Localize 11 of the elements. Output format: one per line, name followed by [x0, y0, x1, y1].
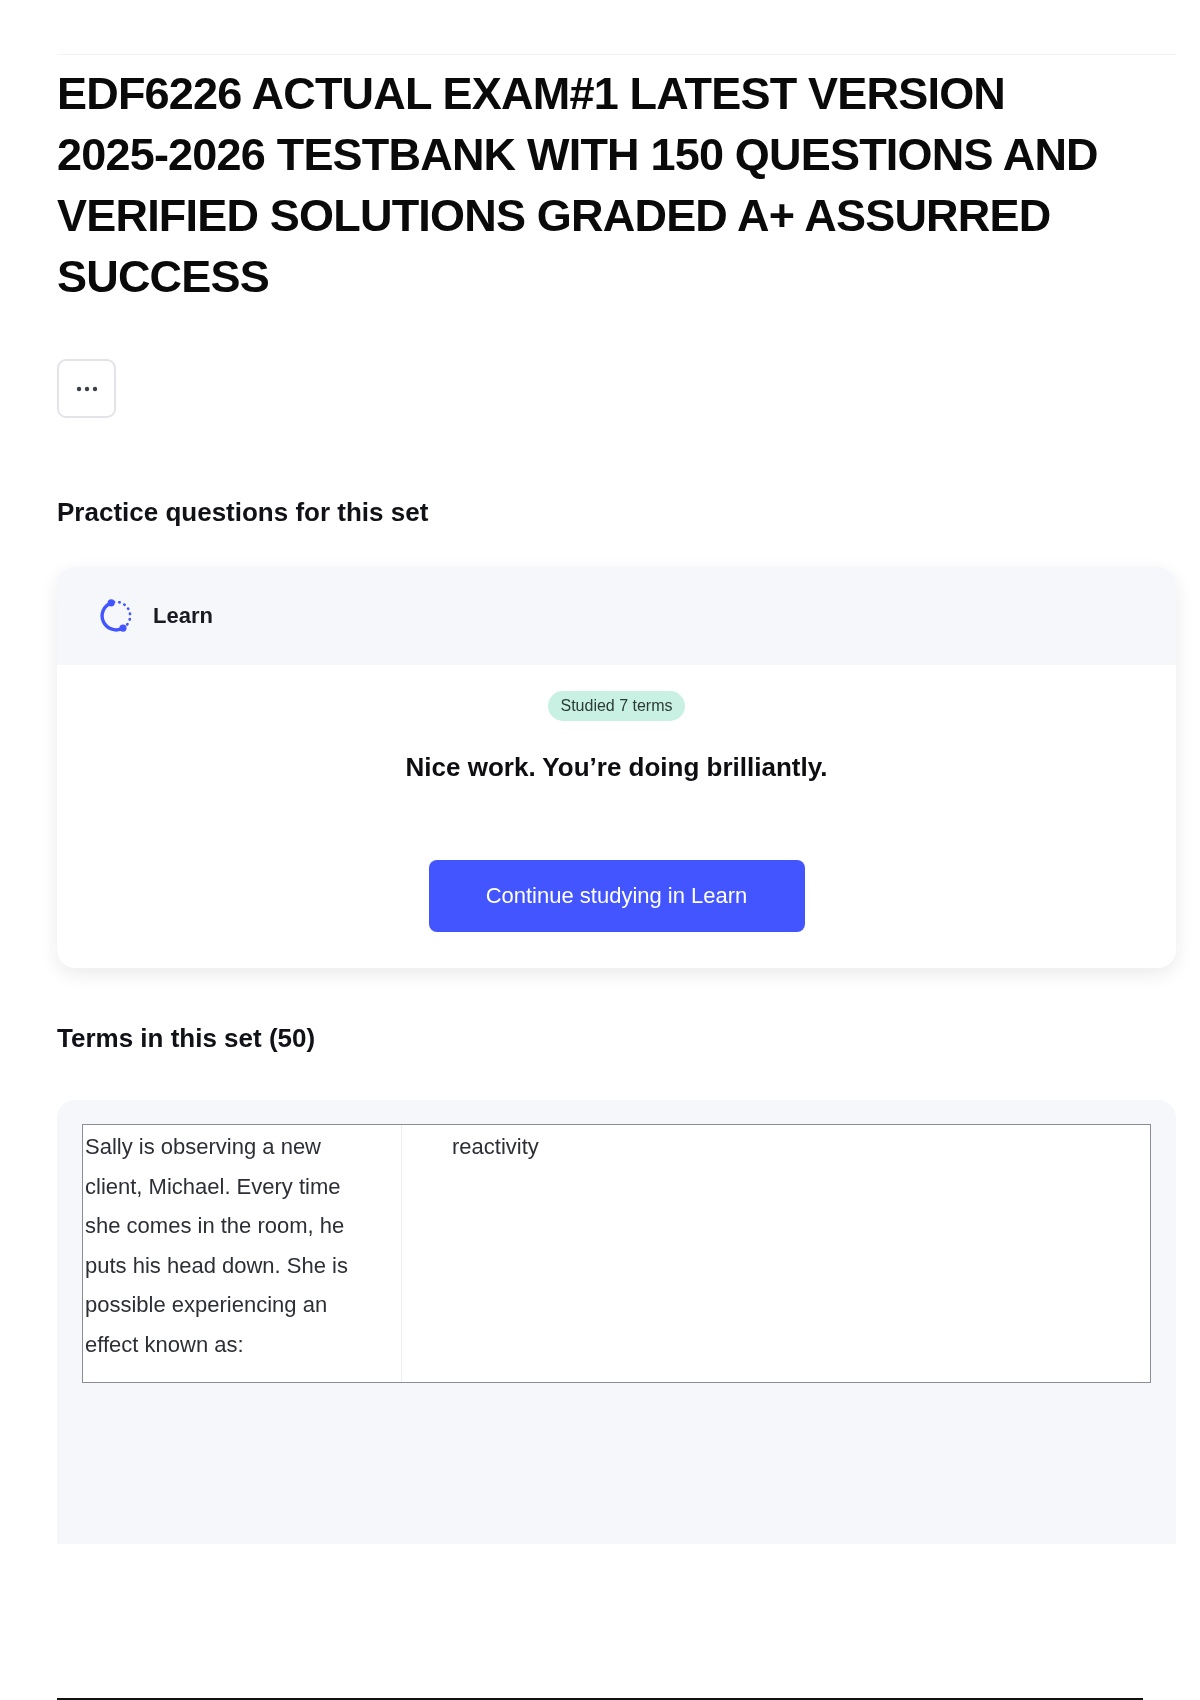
section-heading: Practice questions for this set	[57, 496, 430, 528]
section-heading: Terms in this set (50)	[57, 1022, 317, 1054]
status-message: Nice work. You’re doing brilliantly.	[405, 751, 828, 783]
page-title: EDF6226 ACTUAL EXAM#1 LATEST VERSION 2025-2026 TESTBANK WITH 150 QUESTIONS AND VERIFIED SOLUTIONS GRADED A+ ASSURRED SUCCESS	[57, 67, 1099, 304]
more-button[interactable]	[57, 359, 116, 418]
more-icon	[75, 385, 98, 392]
continue-button[interactable]: Continue studying in Learn	[428, 860, 805, 932]
definition-text: reactivity	[451, 1133, 540, 1161]
term-text: Sally is observing a new client, Michael. Every time she comes in the room, he puts his head down. She is possible experiencing an effect known as:	[83, 1125, 402, 1382]
studied-badge: Studied 7 terms	[548, 691, 685, 721]
mode-title: Learn	[153, 603, 213, 629]
